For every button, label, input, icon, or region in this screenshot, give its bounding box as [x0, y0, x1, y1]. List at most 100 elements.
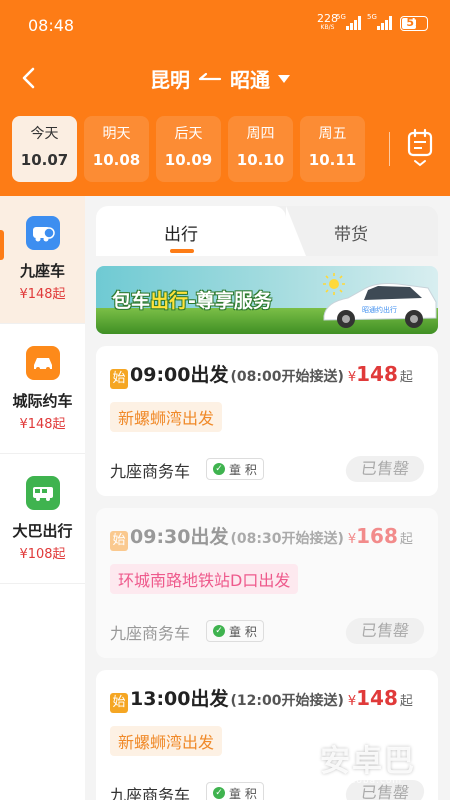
- banner-headline: 包车出行-尊享服务: [112, 286, 272, 313]
- date-selector: 今天 10.07 明天 10.08 后天 10.09 周四 10.10 周五 1…: [12, 116, 365, 182]
- trip-header: 始 09:00出发 (08:00开始接送) ¥ 148 起: [110, 360, 424, 389]
- trip-card[interactable]: 始 09:30出发 (08:30开始接送) ¥ 168 起 环城南路地铁站D口出…: [96, 508, 438, 658]
- station-tag: 环城南路地铁站D口出发: [110, 564, 299, 594]
- active-indicator: [0, 230, 4, 260]
- pickup-time: (12:00开始接送): [230, 693, 344, 709]
- sidebar-item-nine-seat[interactable]: 九座车 ¥148起: [0, 196, 85, 324]
- origin-badge: 始: [110, 369, 128, 389]
- price-unit: 起: [399, 694, 413, 709]
- feature-text: 童 积: [229, 462, 257, 477]
- bus-icon: [25, 476, 60, 510]
- trip-list-panel: 出行 带货 包车出行-尊享服务 昭通约出行 始 09:00出发 (08:00开始…: [96, 206, 438, 800]
- signal-icon-2: 5G: [367, 13, 392, 30]
- sidebar-item-label: 大巴出行: [12, 522, 73, 540]
- tab-bar: 出行 带货: [96, 206, 438, 256]
- tab-travel-label: 出行: [164, 225, 198, 245]
- origin-badge: 始: [110, 693, 128, 713]
- trip-footer: 九座商务车 ✓ 童 积 已售罄: [110, 618, 426, 644]
- price-unit: 起: [399, 370, 413, 385]
- net-speed: 228 KB/S: [317, 12, 338, 32]
- status-bar: 08:48 228 KB/S 5G 5G 57: [0, 0, 450, 52]
- pickup-time: (08:30开始接送): [230, 531, 344, 547]
- network-type: 5G: [336, 13, 346, 21]
- tab-travel[interactable]: 出行: [96, 206, 306, 256]
- feature-tags: ✓ 童 积: [206, 458, 264, 480]
- departure-time: 09:00出发: [130, 364, 229, 386]
- currency-symbol: ¥: [347, 370, 357, 385]
- sidebar-item-price: ¥108起: [19, 547, 66, 562]
- sidebar-item-intercity[interactable]: 城际约车 ¥148起: [0, 326, 85, 454]
- date-label: 后天: [174, 126, 203, 142]
- sidebar-item-price: ¥148起: [19, 417, 66, 432]
- date-value: 10.10: [236, 151, 285, 169]
- date-value: 10.08: [92, 151, 141, 169]
- trip-footer: 九座商务车 ✓ 童 积 已售罄: [110, 456, 426, 482]
- departure-time: 13:00出发: [130, 688, 229, 710]
- banner-text-a: 包车: [112, 290, 151, 312]
- price-unit: 起: [399, 532, 413, 547]
- battery-level: 57: [406, 15, 422, 29]
- sidebar-item-bus[interactable]: 大巴出行 ¥108起: [0, 456, 85, 584]
- trip-price: 168: [356, 524, 398, 548]
- trip-header: 始 13:00出发 (12:00开始接送) ¥ 148 起: [110, 684, 424, 713]
- signal-icon: 5G: [336, 13, 361, 30]
- banner-text-b: 出行: [150, 290, 189, 312]
- check-icon: ✓: [213, 625, 225, 637]
- station-tag: 新螺蛳湾出发: [110, 726, 223, 756]
- route-selector[interactable]: 昆明 昭通: [150, 64, 290, 93]
- promo-banner[interactable]: 包车出行-尊享服务 昭通约出行: [96, 266, 438, 334]
- sidebar-item-label: 九座车: [19, 262, 65, 280]
- header: 08:48 228 KB/S 5G 5G 57 昆明 昭通 今天 10.07 明…: [0, 0, 450, 196]
- origin-badge: 始: [110, 531, 128, 551]
- network-type-2: 5G: [367, 13, 377, 21]
- sold-out-button[interactable]: 已售罄: [344, 456, 426, 482]
- departure-time: 09:30出发: [130, 526, 229, 548]
- pickup-time: (08:00开始接送): [230, 369, 344, 385]
- feature-tags: ✓ 童 积: [206, 620, 264, 642]
- trip-price: 148: [356, 686, 398, 710]
- currency-symbol: ¥: [347, 532, 357, 547]
- date-label: 明天: [102, 126, 131, 142]
- date-value: 10.07: [20, 151, 69, 169]
- sold-out-button[interactable]: 已售罄: [344, 618, 426, 644]
- date-chip-1[interactable]: 明天 10.08: [84, 116, 149, 182]
- banner-text-c: -尊享服务: [188, 290, 272, 312]
- date-chip-3[interactable]: 周四 10.10: [228, 116, 293, 182]
- tab-delivery[interactable]: 带货: [334, 220, 368, 245]
- status-time: 08:48: [28, 16, 75, 35]
- vehicle-type: 九座商务车: [110, 786, 191, 800]
- currency-symbol: ¥: [347, 694, 357, 709]
- car-door-label: 昭通约出行: [362, 305, 397, 314]
- calendar-icon[interactable]: [404, 128, 436, 170]
- nav-bar: 昆明 昭通: [0, 52, 450, 104]
- divider: [389, 132, 390, 166]
- back-arrow-icon[interactable]: [16, 64, 44, 92]
- date-chip-4[interactable]: 周五 10.11: [300, 116, 365, 182]
- net-speed-value: 228: [317, 12, 338, 25]
- date-chip-0[interactable]: 今天 10.07: [12, 116, 77, 182]
- date-chip-2[interactable]: 后天 10.09: [156, 116, 221, 182]
- tab-underline: [170, 249, 194, 253]
- feature-text: 童 积: [229, 786, 257, 800]
- date-label: 周五: [318, 126, 347, 142]
- watermark-logo: 安卓巴: [320, 744, 416, 779]
- trip-card[interactable]: 始 09:00出发 (08:00开始接送) ¥ 148 起 新螺蛳湾出发 九座商…: [96, 346, 438, 496]
- date-value: 10.09: [164, 151, 213, 169]
- destination-city: 昭通: [230, 68, 270, 92]
- date-value: 10.11: [308, 151, 357, 169]
- category-sidebar: 九座车 ¥148起 城际约车 ¥148起 大巴出行 ¥108起: [0, 196, 85, 800]
- feature-text: 童 积: [229, 624, 257, 639]
- sidebar-item-price: ¥148起: [19, 287, 66, 302]
- origin-city: 昆明: [150, 68, 190, 92]
- watermark-url: anzhuoba.com: [324, 776, 403, 786]
- car-illustration: 昭通约出行: [323, 283, 437, 328]
- trip-price: 148: [356, 362, 398, 386]
- sidebar-item-label: 城际约车: [12, 392, 73, 410]
- date-label: 周四: [246, 126, 275, 142]
- date-label: 今天: [30, 126, 59, 142]
- check-icon: ✓: [213, 463, 225, 475]
- chevron-down-icon: [278, 74, 290, 83]
- route-arrow-icon: [198, 72, 222, 80]
- station-tag: 新螺蛳湾出发: [110, 402, 223, 432]
- battery-icon: 57: [400, 15, 428, 31]
